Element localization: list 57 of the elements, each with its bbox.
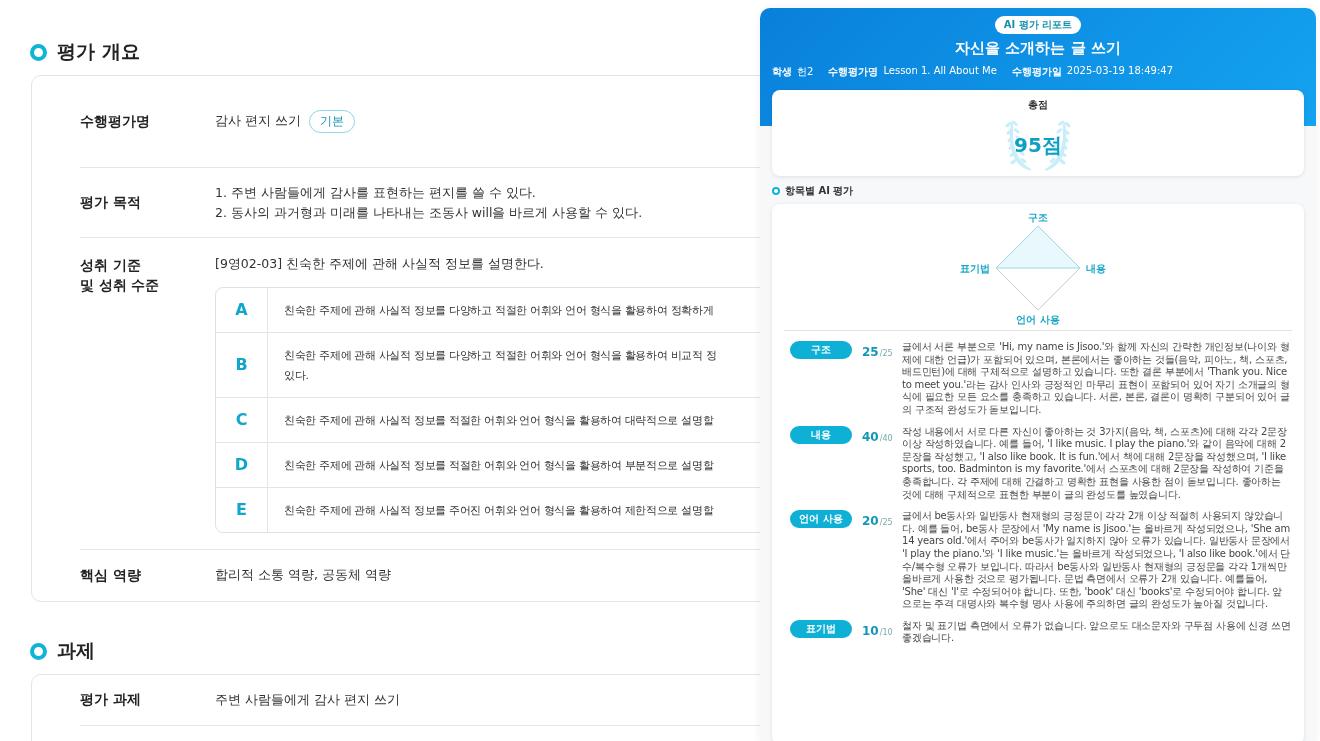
section-dot-icon (30, 43, 47, 61)
criterion-cell-text: 친숙한 주제에 관해 사실적 정보를 적절한 어휘와 언어 형식을 활용하여 대략적으로 설명할 (284, 413, 714, 428)
grade-cell: C (216, 398, 268, 442)
item-score: 40 (862, 429, 879, 444)
report-badge: AI 평가 리포트 (994, 16, 1082, 34)
item-comment: 철자 및 표기법 측면에서 오류가 없습니다. 앞으로도 대소문자와 구두점 사용에 신경 쓰면 좋겠습니다. (902, 619, 1292, 646)
item-comment: 글에서 서론 부분으로 'Hi, my name is Jisoo.'와 함께 자신의 간략한 개인정보(나이와 형제에 대한 언급)가 포함되어 있으며, 본론에서는 좋아하는 것들(음악, 피아노, 책, 스포츠, 배드민턴)에 대해 구체적으로 설명하고 있습니다. 또한 결론 부분에서 'Thank you. Nice to meet you.'라는 감사 인사와 긍정적인 마무리 표현이 포함되어 있어 자기 소개글의 형식에 필요한 모든 요소를 충족하고 있습니다. 서론, 본론, 결론이 명확히 구분되어 있어 글의 구조적 완성도가 돋보입니다. (902, 341, 1291, 417)
criterion-pill: 표기법 (790, 619, 852, 638)
field-label: 성취 기준 및 성취 수준 (80, 256, 161, 295)
item-max-score: /40 (879, 433, 893, 443)
criterion-cell-text: 친숙한 주제에 관해 사실적 정보를 적절한 어휘와 언어 형식을 활용하여 부분적으로 설명할 (284, 458, 714, 473)
field-label: 평가 과제 (80, 691, 142, 709)
criterion-cell-text: 친숙한 주제에 관해 사실적 정보를 주어진 어휘와 언어 형식을 활용하여 제한적으로 설명할 (284, 503, 714, 518)
item-score: 10 (862, 623, 879, 638)
purpose-line: 2. 동사의 과거형과 미래를 나타내는 조동사 will을 바르게 사용할 수 있다. (215, 203, 643, 222)
field-label: 핵심 역량 (80, 566, 142, 585)
section-dot-icon (772, 187, 780, 195)
section-heading: 과제 (57, 638, 95, 663)
field-value: 합리적 소통 역량, 공동체 역량 (215, 567, 391, 584)
total-label: 총점 (1028, 98, 1048, 112)
item-score: 20 (862, 514, 879, 529)
grade-cell: D (216, 443, 268, 487)
meta-value: 2025-03-19 18:49:47 (1066, 65, 1174, 78)
meta-value: Lesson 1. All About Me (883, 65, 997, 78)
axis-label: 표기법 (960, 263, 990, 274)
field-value: [9영02-03] 친숙한 주제에 관해 사실적 정보를 설명한다. (215, 255, 544, 273)
section-dot-icon (30, 642, 47, 660)
item-max-score: /25 (879, 349, 893, 358)
meta-label: 수행평가명 (828, 65, 879, 79)
section-heading: 항목별 AI 평가 (785, 184, 854, 198)
report-title: 자신을 소개하는 글 쓰기 (955, 39, 1121, 58)
field-label: 수행평가명 (80, 112, 151, 131)
item-max-score: /10 (879, 627, 893, 637)
purpose-line: 1. 주변 사람들에게 감사를 표현하는 편지를 쓸 수 있다. (215, 183, 536, 202)
item-score: 25 (862, 345, 879, 359)
grade-cell: E (216, 488, 268, 532)
criterion-pill: 구조 (790, 341, 852, 359)
section-heading: 평가 개요 (57, 39, 140, 64)
item-comment: 작성 내용에서 서로 다른 자신이 좋아하는 것 3가지(음악, 책, 스포츠)에 대해 각각 2문장 이상 작성하였습니다. 예를 들어, 'I like music. I play the piano.'와 같이 음악에 대해 2문장을 작성했고, 'I also like book. It is fun.'에서 책에 대해 2문장을 작성했으며, 'I like sports, too. Badminton is my favorite.'에서 스포츠에 대해 2문장을 작성하여 기준을 충족합니다. 각 주제에 대해 간결하고 명확한 표현을 사용한 점이 돋보입니다. 좋아하는 것에 대해 구체적으로 표현한 부분이 글의 완성도를 높였습니다. (902, 425, 1288, 502)
grade-cell: A (216, 288, 268, 332)
field-value: 감사 편지 쓰기 (215, 113, 301, 130)
meta-label: 학생 (772, 65, 792, 79)
field-value: 주변 사람들에게 감사 편지 쓰기 (215, 691, 400, 709)
criterion-pill: 내용 (790, 425, 852, 444)
field-label: 평가 목적 (80, 193, 142, 212)
axis-label: 구조 (1028, 212, 1048, 223)
criterion-cell-text: 친숙한 주제에 관해 사실적 정보를 다양하고 적절한 어휘와 언어 형식을 활용하여 비교적 정 있다. (284, 348, 717, 383)
axis-label: 내용 (1086, 263, 1106, 274)
axis-label: 언어 사용 (1016, 314, 1060, 325)
criterion-pill: 언어 사용 (790, 510, 852, 529)
total-score: 95점 (1014, 131, 1062, 159)
item-comment: 글에서 be동사와 일반동사 현재형의 긍정문이 각각 2개 이상 적절히 사용되지 않았습니다. 예를 들어, be동사 문장에서 'My name is Jisoo.'는 올바르게 작성되었으나, 'She am 14 years old.'에서 주어와 be동사가 일치하지 않아 오류가 있습니다. 일반동사 문장에서 'I play the piano.'와 'I like music.'는 올바르게 작성되었으나, 'I also like book.'에서 단수/복수형 오류가 보입니다. 따라서 be동사와 일반동사 현재형의 긍정문을 각각 1개씩만 올바르게 사용한 것으로 평가됩니다. 문법 측면에서 오류가 2개 있습니다. 예를들어, 'She' 대신 'I'로 수정되어야 합니다. 또한, 'book' 대신 'books'로 수정되어야 합니다. 앞으로는 주격 대명사와 복수형 명사 사용에 주의하면 글의 완성도가 높아질 것입니다. (902, 510, 1292, 611)
grade-cell: B (216, 333, 268, 397)
meta-value: 헌2 (797, 65, 814, 79)
criterion-cell-text: 친숙한 주제에 관해 사실적 정보를 다양하고 적절한 어휘와 언어 형식을 활용하여 정확하게 (284, 303, 714, 318)
meta-label: 수행평가일 (1011, 65, 1062, 79)
item-max-score: /25 (879, 518, 893, 528)
